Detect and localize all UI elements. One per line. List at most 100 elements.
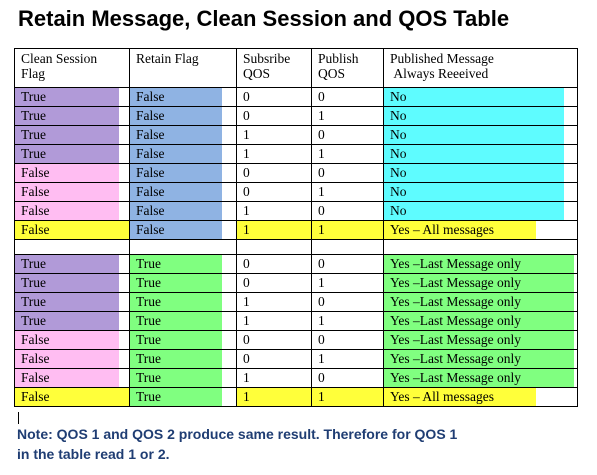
clean-session-cell-value: True <box>15 293 119 311</box>
table-row: False True 0 0 Yes –Last Message only <box>14 330 578 350</box>
retain-flag-cell: True <box>129 311 237 331</box>
retain-flag-cell-value: False <box>130 126 222 144</box>
subscribe-qos-cell: 1 <box>236 201 312 221</box>
clean-session-cell: False <box>14 349 130 369</box>
subscribe-qos-cell-value: 0 <box>243 184 250 199</box>
clean-session-cell-value: False <box>15 388 129 406</box>
empty-cell <box>14 239 130 255</box>
header-clean-session: Clean Session Flag <box>14 48 130 88</box>
clean-session-cell: True <box>14 311 130 331</box>
retain-flag-cell: True <box>129 273 237 293</box>
group-separator-row <box>14 239 578 255</box>
published-message-cell: No <box>383 163 578 183</box>
retain-flag-cell-value: True <box>130 274 222 292</box>
retain-flag-cell-value: True <box>130 255 222 273</box>
subscribe-qos-cell: 0 <box>236 163 312 183</box>
retain-flag-cell: False <box>129 106 237 126</box>
clean-session-cell: True <box>14 87 130 107</box>
subscribe-qos-cell: 0 <box>236 273 312 293</box>
publish-qos-cell: 1 <box>311 349 384 369</box>
empty-cell <box>311 239 384 255</box>
retain-flag-cell: False <box>129 163 237 183</box>
qos-table: Clean Session Flag Retain Flag Subsribe QO… <box>14 48 578 407</box>
published-message-cell: No <box>383 106 578 126</box>
clean-session-cell-value: False <box>15 164 119 182</box>
subscribe-qos-cell-value: 1 <box>243 294 250 309</box>
publish-qos-cell: 0 <box>311 292 384 312</box>
retain-flag-cell: False <box>129 125 237 145</box>
clean-session-cell: True <box>14 125 130 145</box>
publish-qos-cell-value: 0 <box>318 370 325 385</box>
subscribe-qos-cell: 1 <box>236 387 312 407</box>
table-row: True False 1 1 No <box>14 144 578 164</box>
publish-qos-cell-value: 0 <box>318 294 325 309</box>
published-message-cell-value: Yes –Last Message only <box>384 312 574 330</box>
retain-flag-cell-value: False <box>130 221 222 239</box>
subscribe-qos-cell-value: 1 <box>237 388 311 406</box>
subscribe-qos-cell: 0 <box>236 87 312 107</box>
published-message-cell: No <box>383 87 578 107</box>
retain-flag-cell-value: True <box>130 293 222 311</box>
retain-flag-cell: True <box>129 330 237 350</box>
published-message-cell-value: Yes –Last Message only <box>384 255 574 273</box>
note-line-2: in the table read 1 or 2. <box>17 446 170 462</box>
publish-qos-cell-value: 0 <box>318 256 325 271</box>
retain-flag-cell-value: False <box>130 145 222 163</box>
retain-flag-cell-value: False <box>130 107 222 125</box>
page-title: Retain Message, Clean Session and QOS Ta… <box>18 6 510 31</box>
published-message-cell-value: No <box>384 107 564 125</box>
publish-qos-cell-value: 1 <box>312 388 383 406</box>
published-message-cell: Yes –Last Message only <box>383 349 578 369</box>
published-message-cell-value: No <box>384 202 564 220</box>
subscribe-qos-cell: 1 <box>236 144 312 164</box>
clean-session-cell: True <box>14 273 130 293</box>
subscribe-qos-cell: 1 <box>236 311 312 331</box>
retain-flag-cell: False <box>129 201 237 221</box>
retain-flag-cell: False <box>129 220 237 240</box>
subscribe-qos-cell: 1 <box>236 292 312 312</box>
subscribe-qos-cell-value: 0 <box>243 165 250 180</box>
clean-session-cell: False <box>14 387 130 407</box>
published-message-cell-value: Yes –Last Message only <box>384 350 574 368</box>
subscribe-qos-cell-value: 1 <box>243 313 250 328</box>
subscribe-qos-cell: 0 <box>236 106 312 126</box>
table-row: False True 1 0 Yes –Last Message only <box>14 368 578 388</box>
qos-table-container: Clean Session Flag Retain Flag Subsribe QO… <box>14 48 578 407</box>
published-message-cell: Yes – All messages <box>383 220 578 240</box>
publish-qos-cell-value: 1 <box>318 351 325 366</box>
retain-flag-cell: True <box>129 368 237 388</box>
published-message-cell: No <box>383 182 578 202</box>
publish-qos-cell: 0 <box>311 125 384 145</box>
subscribe-qos-cell-value: 0 <box>243 275 250 290</box>
retain-flag-cell: False <box>129 87 237 107</box>
clean-session-cell-value: True <box>15 255 119 273</box>
publish-qos-cell: 1 <box>311 220 384 240</box>
retain-flag-cell-value: True <box>130 350 222 368</box>
publish-qos-cell-value: 1 <box>318 313 325 328</box>
published-message-cell-value: Yes – All messages <box>384 221 536 239</box>
retain-flag-cell: True <box>129 292 237 312</box>
published-message-cell: No <box>383 125 578 145</box>
clean-session-cell-value: True <box>15 312 119 330</box>
subscribe-qos-cell-value: 0 <box>243 332 250 347</box>
clean-session-cell-value: False <box>15 369 119 387</box>
table-row: False False 1 1 Yes – All messages <box>14 220 578 240</box>
subscribe-qos-cell-value: 1 <box>243 127 250 142</box>
clean-session-cell: True <box>14 144 130 164</box>
published-message-cell: Yes –Last Message only <box>383 292 578 312</box>
clean-session-cell-value: False <box>15 350 119 368</box>
table-row: False False 0 1 No <box>14 182 578 202</box>
header-subscribe-qos: Subsribe QOS <box>236 48 312 88</box>
publish-qos-cell: 1 <box>311 311 384 331</box>
publish-qos-cell: 0 <box>311 254 384 274</box>
subscribe-qos-cell-value: 0 <box>243 351 250 366</box>
publish-qos-cell: 1 <box>311 387 384 407</box>
clean-session-cell: True <box>14 254 130 274</box>
published-message-cell-value: No <box>384 126 564 144</box>
text-cursor <box>18 412 19 424</box>
published-message-cell-value: Yes –Last Message only <box>384 274 574 292</box>
table-row: False False 0 0 No <box>14 163 578 183</box>
published-message-cell: No <box>383 144 578 164</box>
published-message-cell: Yes – All messages <box>383 387 578 407</box>
table-row: True True 1 1 Yes –Last Message only <box>14 311 578 331</box>
